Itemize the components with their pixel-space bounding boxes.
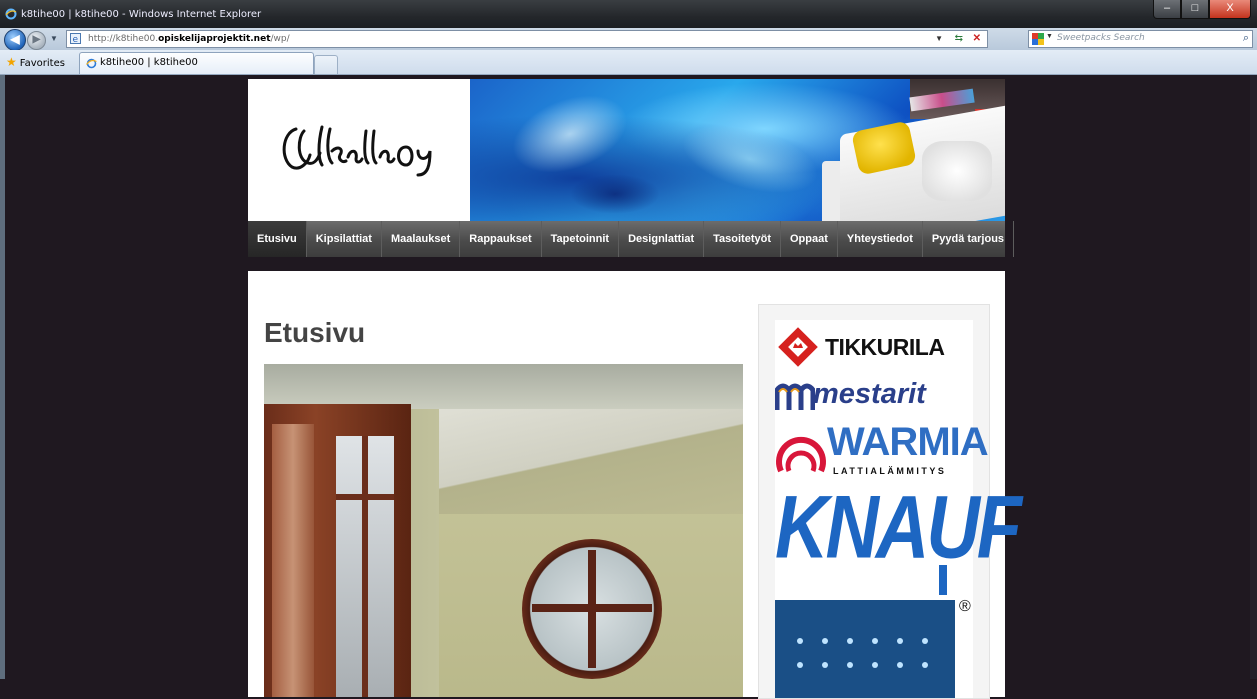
scrollbar[interactable] — [1250, 75, 1257, 679]
page-title: Etusivu — [264, 317, 366, 348]
header-banner-image — [470, 79, 1005, 221]
address-url[interactable]: http://k8tihe00.opiskelijaprojektit.net/… — [88, 31, 290, 47]
back-arrow-icon: ◀ — [10, 32, 20, 46]
new-tab-button[interactable] — [314, 55, 338, 74]
window-titlebar: k8tihe00 | k8tihe00 - Windows Internet E… — [0, 0, 1257, 28]
tikkurila-logo[interactable]: TIKKURILA — [825, 334, 945, 361]
close-button[interactable]: X — [1209, 0, 1251, 19]
warmia-logo-icon — [776, 436, 826, 473]
search-input[interactable]: Sweetpacks Search — [1057, 33, 1145, 43]
pattern-dot — [922, 662, 928, 668]
tikkurila-logo-icon — [778, 327, 818, 367]
mestarit-logo[interactable]: mestarit — [813, 378, 926, 411]
nav-item-tapetoinnit[interactable]: Tapetoinnit — [542, 221, 620, 257]
nav-item-etusivu[interactable]: Etusivu — [248, 221, 307, 257]
search-provider-icon — [1032, 33, 1044, 45]
back-button[interactable]: ◀ — [4, 29, 26, 51]
main-content: Etusivu TIKKURILA mestarit WARMIA LATTIA… — [248, 271, 1022, 699]
page-icon: e — [70, 33, 81, 44]
forward-button[interactable]: ▶ — [27, 31, 46, 50]
address-toolbar: ◀ ▶ ▼ e http://k8tihe00.opiskelijaprojek… — [0, 28, 1257, 51]
ie-logo-icon — [5, 8, 17, 20]
pattern-dot — [822, 662, 828, 668]
pattern-dot — [847, 638, 853, 644]
address-bar[interactable]: e http://k8tihe00.opiskelijaprojektit.ne… — [66, 30, 988, 48]
tab-label: k8tihe00 | k8tihe00 — [100, 57, 198, 68]
nav-item-kipsilattiat[interactable]: Kipsilattiat — [307, 221, 382, 257]
star-icon: ★ — [6, 55, 17, 69]
knauf-accent — [939, 565, 947, 595]
pattern-dot — [822, 638, 828, 644]
pattern-dot — [872, 662, 878, 668]
nav-item-pyydä-tarjous[interactable]: Pyydä tarjous — [923, 221, 1015, 257]
room-photo — [264, 364, 743, 697]
pattern-dot — [872, 638, 878, 644]
search-dropdown-icon[interactable]: ▼ — [1046, 33, 1053, 40]
sidebar: TIKKURILA mestarit WARMIA LATTIALÄMMITYS… — [758, 304, 1022, 699]
refresh-icon[interactable]: ⇆ — [955, 31, 963, 47]
brand-logos: TIKKURILA mestarit WARMIA LATTIALÄMMITYS… — [775, 320, 1022, 698]
warmia-subtitle: LATTIALÄMMITYS — [833, 466, 947, 476]
window-controls: – □ X — [1153, 0, 1251, 20]
mestarit-logo-icon — [775, 383, 815, 410]
pattern-dot — [847, 662, 853, 668]
site-logo[interactable] — [248, 79, 470, 221]
brand-panel-image — [775, 600, 955, 698]
nav-item-designlattiat[interactable]: Designlattiat — [619, 221, 705, 257]
pattern-dot — [897, 638, 903, 644]
website: Etusivu Kipsilattiat Maalaukset Rappaukset T… — [248, 79, 1022, 699]
nav-item-maalaukset[interactable]: Maalaukset — [382, 221, 461, 257]
nav-item-yhteystiedot[interactable]: Yhteystiedot — [838, 221, 923, 257]
company-logo-image — [282, 125, 432, 177]
window-frame-left — [0, 75, 5, 679]
recent-pages-button[interactable]: ▼ — [50, 34, 58, 43]
forward-arrow-icon: ▶ — [32, 34, 41, 45]
stop-icon[interactable]: ✕ — [973, 31, 981, 47]
search-box[interactable]: ▼ Sweetpacks Search ⌕ — [1028, 30, 1253, 48]
pattern-dot — [922, 638, 928, 644]
nav-item-oppaat[interactable]: Oppaat — [781, 221, 838, 257]
warmia-logo[interactable]: WARMIA — [827, 420, 989, 465]
favorites-button[interactable]: ★ Favorites — [6, 55, 65, 69]
window-title: k8tihe00 | k8tihe00 - Windows Internet E… — [21, 9, 262, 20]
registered-mark: ® — [959, 598, 971, 615]
pattern-dot — [897, 662, 903, 668]
pattern-dot — [797, 662, 803, 668]
knauf-logo[interactable]: KNAUF — [775, 476, 1022, 578]
svg-text:e: e — [73, 35, 79, 44]
favorites-bar: ★ Favorites k8tihe00 | k8tihe00 — [0, 50, 1257, 75]
tab-active[interactable]: k8tihe00 | k8tihe00 — [79, 52, 314, 74]
minimize-button[interactable]: – — [1153, 0, 1181, 19]
pattern-dot — [797, 638, 803, 644]
main-navigation: Etusivu Kipsilattiat Maalaukset Rappaukset T… — [248, 221, 1015, 257]
maximize-button[interactable]: □ — [1181, 0, 1209, 19]
address-dropdown-icon[interactable]: ▼ — [935, 31, 943, 47]
nav-item-tasoitetyöt[interactable]: Tasoitetyöt — [704, 221, 781, 257]
nav-item-rappaukset[interactable]: Rappaukset — [460, 221, 542, 257]
ie-page-icon — [86, 58, 97, 69]
site-header — [248, 79, 1005, 221]
search-icon[interactable]: ⌕ — [1243, 32, 1249, 45]
